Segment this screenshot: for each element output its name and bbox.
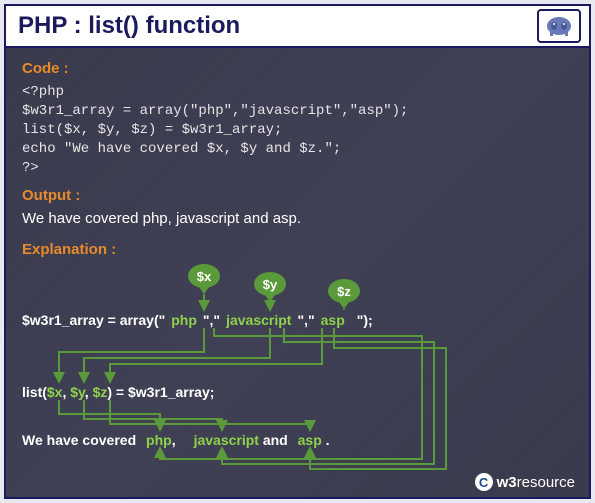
title-bar: PHP : list() function: [6, 6, 589, 48]
diagram-list-line: list($x, $y, $z) = $w3r1_array;: [22, 384, 214, 400]
array-sep-1: ",": [203, 312, 220, 328]
output-text: We have covered php, javascript and asp.: [22, 210, 573, 227]
echo-js: javascript: [194, 432, 259, 448]
var-bubble-y: $y: [254, 272, 286, 296]
var-bubble-x: $x: [188, 264, 220, 288]
brand-bold: w3: [497, 474, 517, 491]
diagram-array-line: $w3r1_array = array(" php "," javascript ","…: [22, 312, 373, 328]
list-suffix: ) = $w3r1_array;: [107, 384, 214, 400]
brand-rest: resource: [517, 474, 575, 491]
brand-c-icon: C: [475, 473, 493, 491]
footer-brand: C w3resource: [475, 473, 575, 491]
explanation-diagram: $x $y $z $w3r1_array = array(" php "," java…: [22, 264, 573, 474]
echo-php: php: [146, 432, 172, 448]
array-suffix: ");: [357, 312, 373, 328]
echo-dot: .: [322, 432, 330, 448]
var-bubble-z: $z: [328, 279, 360, 303]
explanation-label: Explanation :: [22, 241, 573, 258]
list-var-x: $x: [47, 384, 63, 400]
output-label: Output :: [22, 187, 573, 204]
code-label: Code :: [22, 60, 573, 77]
array-prefix: $w3r1_array = array(": [22, 312, 165, 328]
echo-prefix: We have covered: [22, 432, 140, 448]
page-title: PHP : list() function: [18, 12, 240, 40]
array-sep-2: ",": [297, 312, 314, 328]
echo-asp: asp: [298, 432, 322, 448]
echo-and: and: [259, 432, 292, 448]
list-prefix: list(: [22, 384, 47, 400]
array-item-js: javascript: [226, 312, 291, 328]
list-var-y: $y: [70, 384, 85, 400]
php-elephant-icon: [537, 9, 581, 43]
array-item-php: php: [171, 312, 197, 328]
array-item-asp: asp: [321, 312, 345, 328]
diagram-output-line: We have covered php, javascript and asp .: [22, 432, 330, 448]
echo-comma: ,: [172, 432, 176, 448]
list-var-z: $z: [93, 384, 108, 400]
code-block: <?php $w3r1_array = array("php","javascr…: [22, 83, 573, 177]
content-area: Code : <?php $w3r1_array = array("php","…: [6, 48, 589, 497]
list-comma-2: ,: [85, 384, 93, 400]
